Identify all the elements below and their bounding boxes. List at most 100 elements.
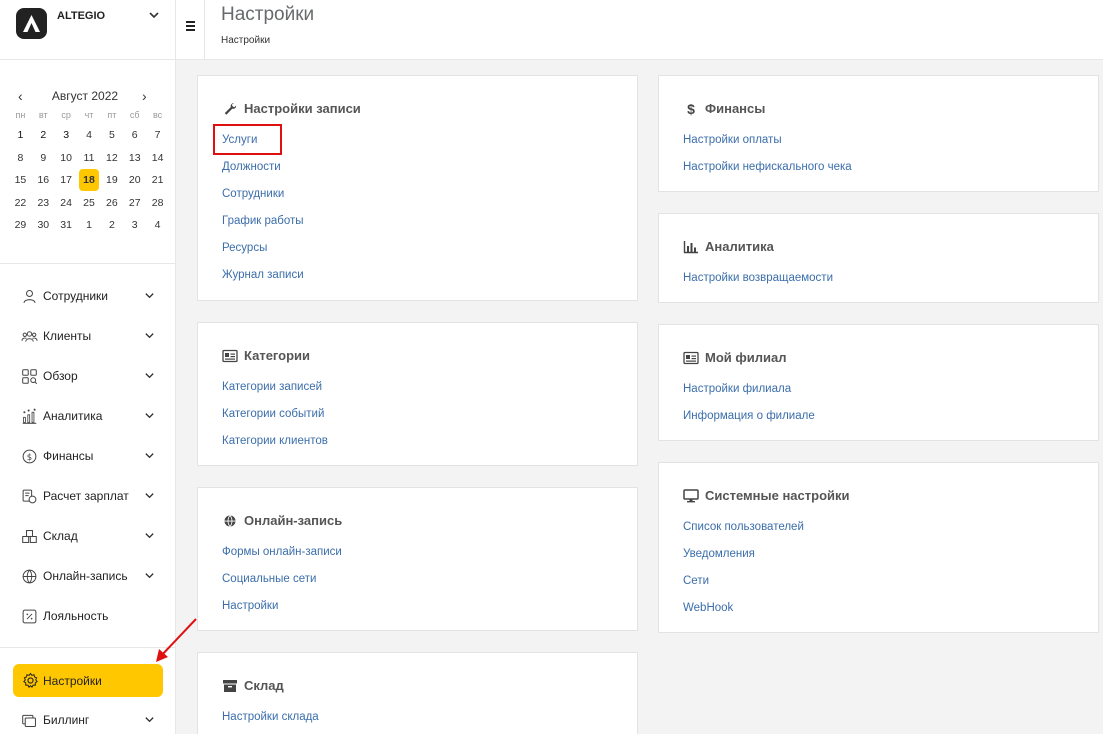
calendar-day[interactable]: 20 [123, 174, 146, 186]
settings-link[interactable]: Настройки филиала [683, 383, 791, 395]
calendar-day[interactable]: 22 [9, 197, 32, 209]
calendar-day[interactable]: 19 [100, 174, 123, 186]
calendar-day[interactable]: 25 [78, 197, 101, 209]
settings-link[interactable]: Настройки возвращаемости [683, 272, 833, 284]
calendar-day[interactable]: 13 [123, 152, 146, 164]
settings-link[interactable]: Категории событий [222, 408, 324, 420]
calendar-day[interactable]: 30 [32, 219, 55, 231]
chevron-down-icon[interactable] [148, 9, 160, 21]
settings-link[interactable]: Ресурсы [222, 242, 267, 254]
calendar-weekday: пт [107, 110, 117, 120]
id-card-icon [683, 351, 699, 364]
settings-link[interactable]: Список пользователей [683, 521, 804, 533]
card-title: Склад [244, 678, 284, 693]
calendar-day[interactable]: 29 [9, 219, 32, 231]
calendar-day[interactable]: 28 [146, 197, 169, 209]
calendar-day[interactable]: 1 [9, 129, 32, 141]
calendar-day[interactable]: 7 [146, 129, 169, 141]
settings-link[interactable]: Уведомления [683, 548, 755, 560]
settings-link[interactable]: Социальные сети [222, 573, 316, 585]
sidebar-item-users[interactable]: Клиенты [0, 316, 176, 356]
calendar-day[interactable]: 6 [123, 129, 146, 141]
monitor-icon [683, 488, 699, 502]
calendar-day-today[interactable]: 18 [78, 169, 100, 192]
calendar-week: 22 23 24 25 26 27 28 [9, 192, 169, 215]
settings-link[interactable]: Сотрудники [222, 188, 284, 200]
settings-link[interactable]: Настройки оплаты [683, 134, 782, 146]
sidebar-item-payroll[interactable]: Расчет зарплат [0, 476, 176, 516]
calendar-day[interactable]: 21 [146, 174, 169, 186]
calendar-day[interactable]: 12 [100, 152, 123, 164]
calendar-day[interactable]: 26 [100, 197, 123, 209]
calendar-next-button[interactable]: › [142, 88, 147, 104]
analytics-icon [22, 408, 37, 424]
payroll-icon [22, 489, 37, 504]
chevron-down-icon [145, 373, 154, 379]
settings-link[interactable]: График работы [222, 215, 304, 227]
brand-switcher[interactable]: ALTEGIO [0, 0, 176, 60]
card-booking-settings: Настройки записи Услуги Должности Сотрудни… [197, 75, 638, 301]
calendar-day[interactable]: 10 [55, 152, 78, 164]
calendar-week: 8 9 10 11 12 13 14 [9, 147, 169, 170]
calendar-day[interactable]: 11 [78, 152, 101, 164]
settings-link[interactable]: Настройки нефискального чека [683, 161, 852, 173]
sidebar-item-label: Биллинг [43, 713, 90, 727]
settings-link[interactable]: WebHook [683, 602, 733, 614]
sidebar-item-label: Лояльность [43, 609, 109, 623]
settings-link[interactable]: Сети [683, 575, 709, 587]
calendar-day[interactable]: 14 [146, 152, 169, 164]
sidebar-item-grid-search[interactable]: Обзор [0, 356, 176, 396]
calendar-day[interactable]: 1 [78, 219, 101, 231]
settings-link[interactable]: Информация о филиале [683, 410, 815, 422]
settings-link[interactable]: Настройки [222, 600, 278, 612]
sidebar-item-label: Сотрудники [43, 289, 108, 303]
menu-toggle-button[interactable] [176, 0, 205, 60]
calendar-day[interactable]: 3 [55, 129, 78, 141]
card-categories: Категории Категории записей Категории соб… [197, 322, 638, 466]
calendar-weekday: чт [84, 110, 94, 120]
sidebar-item-label: Расчет зарплат [43, 489, 129, 503]
calendar-day[interactable]: 2 [100, 219, 123, 231]
settings-link[interactable]: Настройки склада [222, 711, 319, 723]
card-online-booking: Онлайн-запись Формы онлайн-записи Социаль… [197, 487, 638, 631]
settings-link[interactable]: Должности [222, 161, 281, 173]
sidebar-item-billing[interactable]: Биллинг [0, 700, 176, 734]
user-icon [23, 290, 36, 304]
calendar-day[interactable]: 2 [32, 129, 55, 141]
calendar-week: 15 16 17 18 19 20 21 [9, 169, 169, 192]
calendar-day[interactable]: 31 [55, 219, 78, 231]
calendar-prev-button[interactable]: ‹ [18, 88, 23, 104]
chevron-down-icon [145, 293, 154, 299]
calendar-day[interactable]: 17 [55, 174, 78, 186]
calendar-day[interactable]: 4 [146, 219, 169, 231]
calendar-day[interactable]: 3 [123, 219, 146, 231]
settings-link[interactable]: Категории записей [222, 381, 322, 393]
calendar-day[interactable]: 23 [32, 197, 55, 209]
settings-link[interactable]: Формы онлайн-записи [222, 546, 342, 558]
calendar-day[interactable]: 8 [9, 152, 32, 164]
calendar-day[interactable]: 16 [32, 174, 55, 186]
users-icon [21, 331, 38, 342]
calendar-day[interactable]: 27 [123, 197, 146, 209]
calendar-day[interactable]: 24 [55, 197, 78, 209]
sidebar-item-dollar-circle[interactable]: $ Финансы [0, 436, 176, 476]
svg-text:$: $ [27, 453, 32, 463]
brand-name: ALTEGIO [57, 10, 106, 22]
hamburger-icon [186, 21, 195, 23]
calendar-day[interactable]: 4 [78, 129, 101, 141]
settings-link[interactable]: Категории клиентов [222, 435, 328, 447]
calendar-day[interactable]: 9 [32, 152, 55, 164]
chevron-down-icon [145, 533, 154, 539]
chevron-down-icon [145, 453, 154, 459]
calendar-day[interactable]: 5 [100, 129, 123, 141]
sidebar-item-boxes[interactable]: Склад [0, 516, 176, 556]
sidebar-item-globe[interactable]: Онлайн-запись [0, 556, 176, 596]
calendar-day[interactable]: 15 [9, 174, 32, 186]
top-bar: Настройки Настройки [176, 0, 1103, 60]
sidebar-item-settings[interactable]: Настройки [13, 664, 163, 697]
sidebar-item-analytics[interactable]: Аналитика [0, 396, 176, 436]
settings-link[interactable]: Журнал записи [222, 269, 304, 281]
wrench-icon [224, 102, 237, 115]
sidebar-item-user[interactable]: Сотрудники [0, 276, 176, 316]
gear-icon [23, 672, 38, 688]
